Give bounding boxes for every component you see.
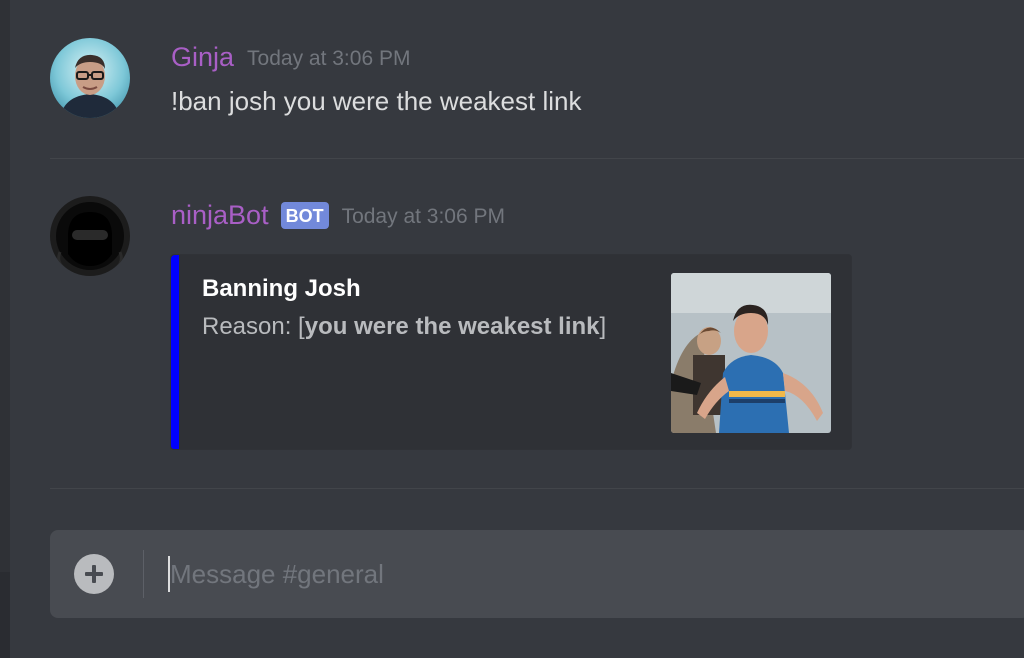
message-input[interactable] — [170, 552, 1010, 596]
ninja-mask-icon — [50, 196, 130, 276]
composer-divider — [143, 550, 144, 598]
sidebar-footer-edge — [0, 572, 10, 658]
chat-app: Ginja Today at 3:06 PM !ban josh you wer… — [0, 0, 1024, 658]
message-header: Ginja Today at 3:06 PM — [171, 40, 410, 74]
channel-sidebar-edge — [0, 0, 10, 658]
bot-badge: BOT — [280, 201, 329, 229]
embed-reason-suffix: ] — [599, 313, 607, 340]
message-list: Ginja Today at 3:06 PM !ban josh you wer… — [10, 0, 1024, 520]
message-header: ninjaBot BOT Today at 3:06 PM — [171, 198, 505, 232]
embed-description: Reason: [you were the weakest link] — [202, 313, 606, 341]
username[interactable]: ninjaBot — [171, 200, 269, 231]
timestamp: Today at 3:06 PM — [247, 47, 411, 70]
embed-reason-prefix: Reason: [ — [202, 313, 305, 340]
embed-title: Banning Josh — [202, 275, 361, 302]
message-divider — [50, 158, 1024, 159]
rich-embed: Banning Josh Reason: [you were the weake… — [170, 254, 852, 450]
message-content: !ban josh you were the weakest link — [171, 86, 582, 116]
embed-thumbnail[interactable] — [671, 273, 831, 433]
user-avatar[interactable] — [50, 38, 130, 118]
embed-color-bar — [171, 255, 179, 449]
bot-avatar[interactable] — [50, 196, 130, 276]
embed-reason: you were the weakest link — [304, 313, 600, 340]
plus-bar-vertical — [92, 565, 96, 583]
plus-circle-icon[interactable] — [74, 554, 114, 594]
user-photo-icon — [671, 273, 831, 433]
timestamp: Today at 3:06 PM — [341, 205, 506, 228]
message-composer — [50, 530, 1024, 618]
message-divider — [50, 488, 1024, 489]
username[interactable]: Ginja — [171, 42, 234, 73]
user-photo-icon — [50, 38, 130, 118]
